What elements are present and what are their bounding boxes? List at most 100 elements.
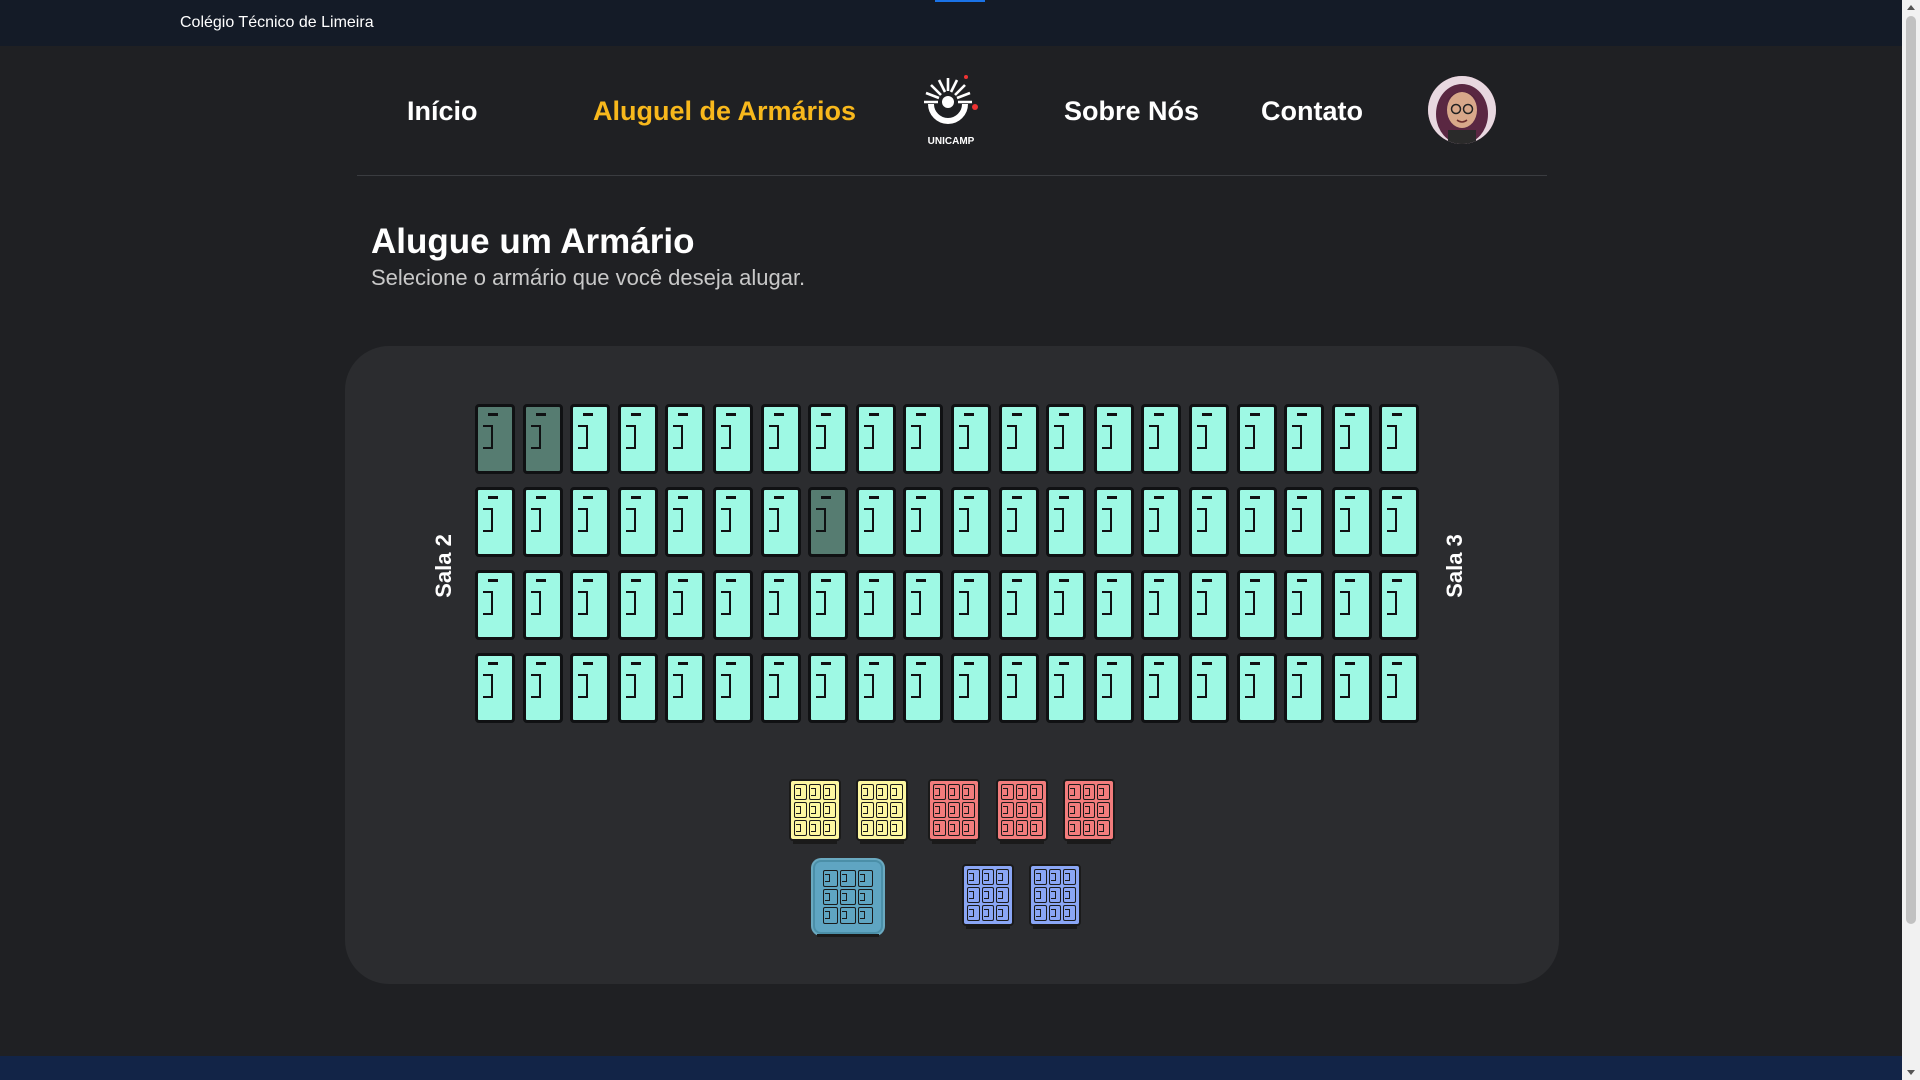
locker[interactable]: [1236, 487, 1277, 557]
locker[interactable]: [950, 653, 991, 723]
locker[interactable]: [665, 653, 706, 723]
nav-item-aluguel[interactable]: Aluguel de Armários: [593, 96, 856, 127]
nav-item-inicio[interactable]: Início: [407, 96, 478, 127]
locker[interactable]: [522, 404, 563, 474]
cabinet-blue[interactable]: [1029, 864, 1081, 929]
locker[interactable]: [1188, 653, 1229, 723]
locker[interactable]: [1236, 570, 1277, 640]
locker[interactable]: [1331, 653, 1372, 723]
locker[interactable]: [903, 487, 944, 557]
locker[interactable]: [1236, 653, 1277, 723]
locker[interactable]: [998, 653, 1039, 723]
locker[interactable]: [665, 570, 706, 640]
locker[interactable]: [1093, 404, 1134, 474]
locker[interactable]: [475, 653, 515, 723]
locker[interactable]: [1331, 487, 1372, 557]
locker[interactable]: [1284, 487, 1325, 557]
locker[interactable]: [1046, 653, 1087, 723]
locker-slot: [630, 662, 641, 665]
locker[interactable]: [1379, 487, 1420, 557]
locker[interactable]: [617, 487, 658, 557]
cabinet-blue[interactable]: [962, 864, 1014, 929]
cabinet-teal-selected[interactable]: [813, 860, 883, 937]
locker[interactable]: [855, 404, 896, 474]
locker[interactable]: [808, 487, 849, 557]
locker[interactable]: [808, 653, 849, 723]
locker[interactable]: [1046, 487, 1087, 557]
locker[interactable]: [475, 570, 515, 640]
locker[interactable]: [903, 570, 944, 640]
locker[interactable]: [712, 487, 753, 557]
scrollbar[interactable]: [1902, 0, 1920, 1080]
locker[interactable]: [760, 653, 801, 723]
locker[interactable]: [712, 653, 753, 723]
locker[interactable]: [998, 487, 1039, 557]
locker[interactable]: [1188, 487, 1229, 557]
locker[interactable]: [1284, 570, 1325, 640]
locker[interactable]: [522, 487, 563, 557]
scroll-down-arrow-icon[interactable]: [1907, 1070, 1915, 1075]
locker[interactable]: [808, 404, 849, 474]
locker[interactable]: [855, 570, 896, 640]
locker[interactable]: [665, 487, 706, 557]
locker[interactable]: [1188, 570, 1229, 640]
locker[interactable]: [1141, 404, 1182, 474]
locker[interactable]: [950, 404, 991, 474]
locker[interactable]: [1093, 653, 1134, 723]
nav-item-sobre[interactable]: Sobre Nós: [1064, 96, 1199, 127]
avatar[interactable]: [1428, 76, 1496, 144]
cabinet-yellow[interactable]: [789, 779, 841, 844]
locker[interactable]: [1093, 570, 1134, 640]
locker[interactable]: [712, 404, 753, 474]
locker[interactable]: [760, 487, 801, 557]
locker[interactable]: [1284, 653, 1325, 723]
locker[interactable]: [570, 570, 611, 640]
locker[interactable]: [1141, 570, 1182, 640]
locker[interactable]: [903, 404, 944, 474]
locker[interactable]: [570, 653, 611, 723]
locker[interactable]: [712, 570, 753, 640]
locker[interactable]: [855, 487, 896, 557]
locker[interactable]: [1046, 570, 1087, 640]
locker[interactable]: [570, 487, 611, 557]
locker[interactable]: [1236, 404, 1277, 474]
locker[interactable]: [1331, 404, 1372, 474]
locker[interactable]: [1093, 487, 1134, 557]
locker[interactable]: [1379, 570, 1420, 640]
locker[interactable]: [665, 404, 706, 474]
locker[interactable]: [855, 653, 896, 723]
locker[interactable]: [475, 487, 515, 557]
locker[interactable]: [760, 404, 801, 474]
cabinet-red[interactable]: [996, 779, 1048, 844]
locker[interactable]: [1141, 653, 1182, 723]
locker[interactable]: [570, 404, 611, 474]
locker[interactable]: [617, 570, 658, 640]
locker[interactable]: [950, 487, 991, 557]
locker[interactable]: [522, 653, 563, 723]
locker[interactable]: [617, 653, 658, 723]
locker[interactable]: [998, 570, 1039, 640]
locker[interactable]: [1379, 404, 1420, 474]
unicamp-logo[interactable]: UNICAMP: [918, 74, 984, 148]
locker[interactable]: [1188, 404, 1229, 474]
locker[interactable]: [903, 653, 944, 723]
scrollbar-thumb[interactable]: [1906, 16, 1916, 924]
locker[interactable]: [1379, 653, 1420, 723]
locker[interactable]: [522, 570, 563, 640]
locker-handle-icon: [1196, 425, 1207, 449]
locker[interactable]: [808, 570, 849, 640]
cabinet-yellow[interactable]: [856, 779, 908, 844]
locker[interactable]: [1141, 487, 1182, 557]
locker[interactable]: [1331, 570, 1372, 640]
cabinet-red[interactable]: [1063, 779, 1115, 844]
locker[interactable]: [475, 404, 515, 474]
scroll-up-arrow-icon[interactable]: [1907, 5, 1915, 10]
locker[interactable]: [998, 404, 1039, 474]
locker[interactable]: [1046, 404, 1087, 474]
cabinet-red[interactable]: [928, 779, 980, 844]
locker[interactable]: [617, 404, 658, 474]
locker[interactable]: [950, 570, 991, 640]
nav-item-contato[interactable]: Contato: [1261, 96, 1363, 127]
locker[interactable]: [1284, 404, 1325, 474]
locker[interactable]: [760, 570, 801, 640]
